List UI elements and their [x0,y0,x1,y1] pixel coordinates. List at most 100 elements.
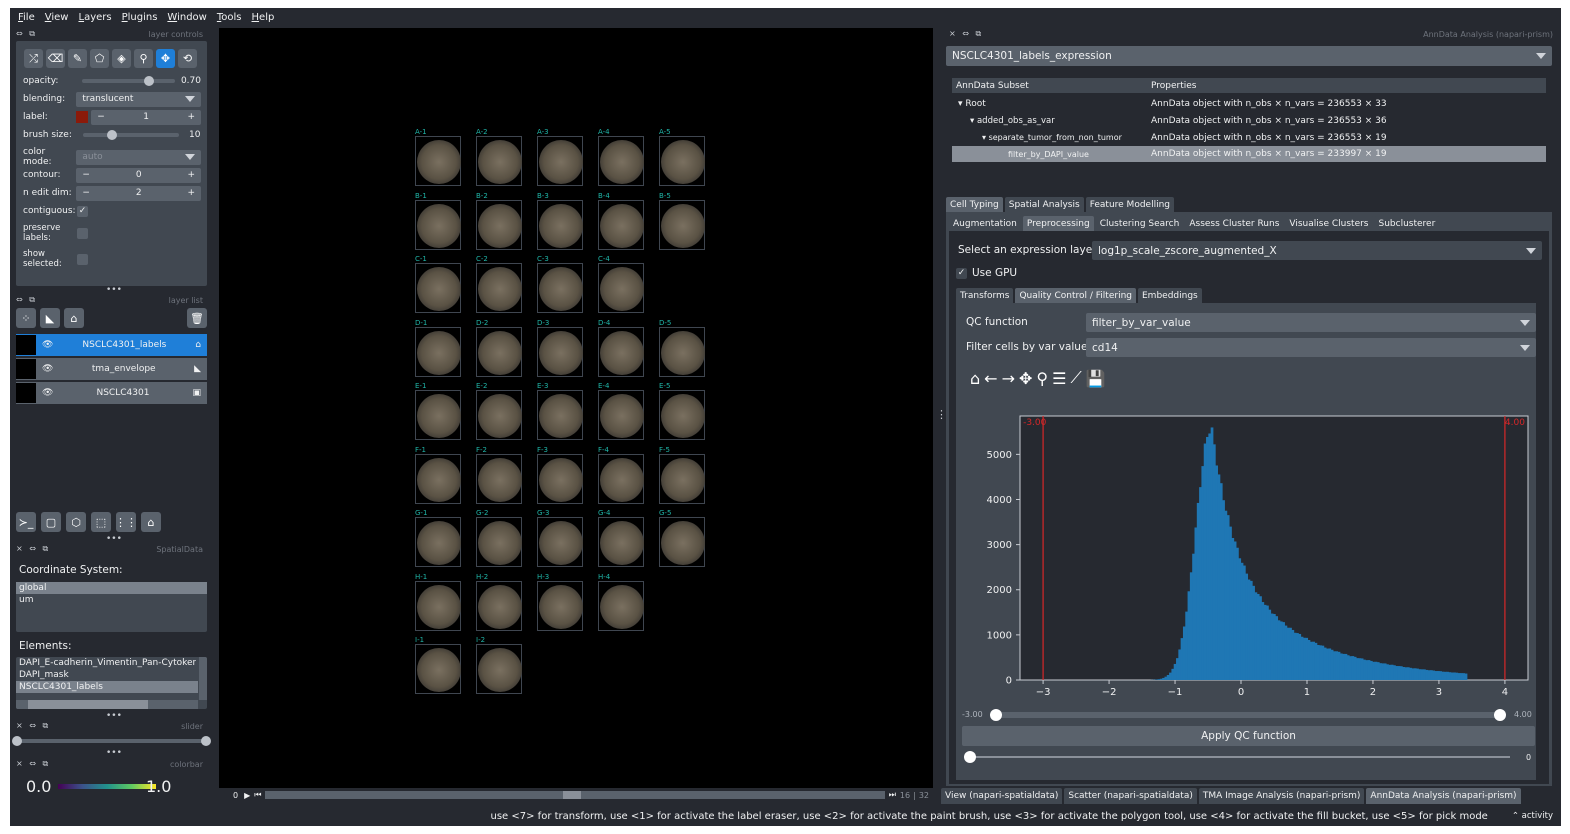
tree-row[interactable]: ▾ separate_tumor_from_non_tumor AnnData o… [952,129,1546,146]
step-icon[interactable]: ⏮ [254,790,261,800]
eye-icon[interactable]: 👁 [42,388,53,398]
save-icon[interactable]: 💾 [1086,369,1106,388]
eraser-icon[interactable]: ⌫ [46,49,65,68]
grid-icon[interactable]: ⋮⋮ [115,512,137,532]
element-item[interactable]: DAPI_E-cadherin_Vimentin_Pan-Cytokerati [16,657,196,669]
eye-icon[interactable]: 👁 [42,340,53,350]
qc-function-select[interactable]: filter_by_var_value [1086,313,1536,332]
label-color-swatch[interactable] [76,111,89,123]
coord-item-um[interactable]: um [16,594,207,606]
new-labels-layer-icon[interactable]: ⌂ [64,308,84,328]
tab-embeddings[interactable]: Embeddings [1137,288,1202,303]
color-mode-select[interactable]: auto [76,149,201,165]
axes-icon[interactable]: ⟋ [1070,368,1081,388]
tab-transforms[interactable]: Transforms [956,288,1014,303]
layer-item-envelope[interactable]: 👁 tma_envelope ◣ [16,358,207,380]
histogram-bar [1164,676,1168,680]
tree-row-selected[interactable]: filter_by_DAPI_value AnnData object with … [952,146,1546,162]
element-item[interactable]: NSCLC4301_labels [16,681,198,693]
bottom-slider[interactable] [964,751,1510,763]
tma-core [539,140,583,184]
menu-window[interactable]: Window [167,12,206,23]
pan-zoom-icon[interactable]: ✥ [156,49,175,68]
contour-spinbox[interactable]: −0 + [76,167,201,183]
console-icon[interactable]: ≻_ [16,512,36,532]
layer-item-labels[interactable]: 👁 NSCLC4301_labels ⌂ [16,334,207,356]
dataset-select[interactable]: NSCLC4301_labels_expression [946,46,1552,66]
core-label: A-2 [476,128,488,136]
fill-bucket-icon[interactable]: ◈ [112,49,131,68]
zoom-icon[interactable]: ⚲ [1036,369,1048,388]
menu-plugins[interactable]: Plugins [122,12,158,23]
configure-icon[interactable]: ☰ [1052,369,1066,388]
range-min-handle[interactable] [990,709,1002,721]
activity-button[interactable]: activity [1522,811,1553,821]
contiguous-checkbox[interactable]: ✓ [77,205,88,217]
home-icon[interactable]: ⌂ [141,512,161,532]
dock-tab-tma[interactable]: TMA Image Analysis (napari-prism) [1198,788,1365,804]
roll-axes-icon[interactable]: ⬡ [66,512,86,532]
use-gpu-checkbox[interactable]: ✓ [956,267,967,279]
qc-range-slider[interactable] [990,709,1506,721]
tab-subclusterer[interactable]: Subclusterer [1374,216,1440,231]
menu-file[interactable]: File [18,12,35,23]
tab-clustering-search[interactable]: Clustering Search [1095,216,1184,231]
delete-layer-icon[interactable]: 🗑 [187,308,207,328]
splitter-handle-icon[interactable]: ••• [106,748,122,758]
tree-row[interactable]: ▾ Root AnnData object with n_obs × n_vars… [952,95,1546,112]
tma-core [600,267,644,311]
range-max-handle[interactable] [1494,709,1506,721]
pan-icon[interactable]: ✥ [1019,369,1032,388]
expression-layer-select[interactable]: log1p_scale_zscore_augmented_X [1092,241,1542,260]
apply-qc-button[interactable]: Apply QC function [962,726,1535,746]
tab-visualise-clusters[interactable]: Visualise Clusters [1285,216,1373,231]
show-selected-checkbox[interactable] [77,253,88,265]
forward-icon[interactable]: → [1002,369,1015,388]
element-item[interactable]: DAPI_mask [16,669,207,681]
transpose-icon[interactable]: ⬚ [91,512,111,532]
blending-select[interactable]: translucent [76,91,201,107]
paint-brush-icon[interactable]: ✎ [68,49,87,68]
tab-feature-modelling[interactable]: Feature Modelling [1085,197,1174,212]
menu-help[interactable]: Help [252,12,275,23]
label-spinbox[interactable]: −1 + [91,109,201,125]
tab-augmentation[interactable]: Augmentation [949,216,1021,231]
tree-row[interactable]: ▾ added_obs_as_var AnnData object with n_… [952,112,1546,129]
eye-icon[interactable]: 👁 [42,364,53,374]
ndisplay-icon[interactable]: ▢ [41,512,61,532]
slider-widget[interactable] [12,736,211,746]
dock-tab-anndata[interactable]: AnnData Analysis (napari-prism) [1366,788,1521,804]
brush-size-slider[interactable] [83,130,179,140]
transform-icon[interactable]: ⟲ [178,49,197,68]
back-icon[interactable]: ← [984,369,997,388]
menu-layers[interactable]: Layers [78,12,111,23]
shuffle-colors-icon[interactable]: ⤮ [24,49,43,68]
menu-view[interactable]: View [45,12,69,23]
tab-quality-control[interactable]: Quality Control / Filtering [1015,288,1136,303]
viewer-canvas[interactable]: A-1 A-2 A-3 A-4 A-5 B-1 B-2 B-3 B-4 B-5 C-1 C-2 C-3 C… [219,28,933,788]
tab-assess-cluster-runs[interactable]: Assess Cluster Runs [1185,216,1284,231]
play-icon[interactable]: ▶ [244,791,250,800]
dims-slider[interactable] [265,791,885,799]
step-end-icon[interactable]: ⏭ [889,790,896,800]
new-shapes-layer-icon[interactable]: ◣ [40,308,60,328]
polygon-icon[interactable]: ⬠ [90,49,109,68]
home-icon[interactable]: ⌂ [970,369,980,388]
histogram-bar [1337,651,1341,680]
picker-icon[interactable]: ⚲ [134,49,153,68]
new-points-layer-icon[interactable]: ⁘ [16,308,36,328]
elements-vscrollbar[interactable] [199,657,207,700]
n-edit-dim-spinbox[interactable]: −2 + [76,185,201,201]
elements-hscrollbar[interactable] [16,700,198,709]
tab-cell-typing[interactable]: Cell Typing [946,197,1003,212]
layer-item-image[interactable]: 👁 NSCLC4301 ▣ [16,382,207,404]
dock-tab-view[interactable]: View (napari-spatialdata) [941,788,1063,804]
opacity-slider[interactable] [81,76,175,86]
dock-tab-scatter[interactable]: Scatter (napari-spatialdata) [1064,788,1197,804]
preserve-labels-checkbox[interactable] [77,227,88,239]
filter-var-select[interactable]: cd14 [1086,338,1536,357]
tab-spatial-analysis[interactable]: Spatial Analysis [1004,197,1084,212]
menu-tools[interactable]: Tools [217,12,242,23]
coord-item-global[interactable]: global [16,582,207,594]
tab-preprocessing[interactable]: Preprocessing [1022,216,1094,231]
